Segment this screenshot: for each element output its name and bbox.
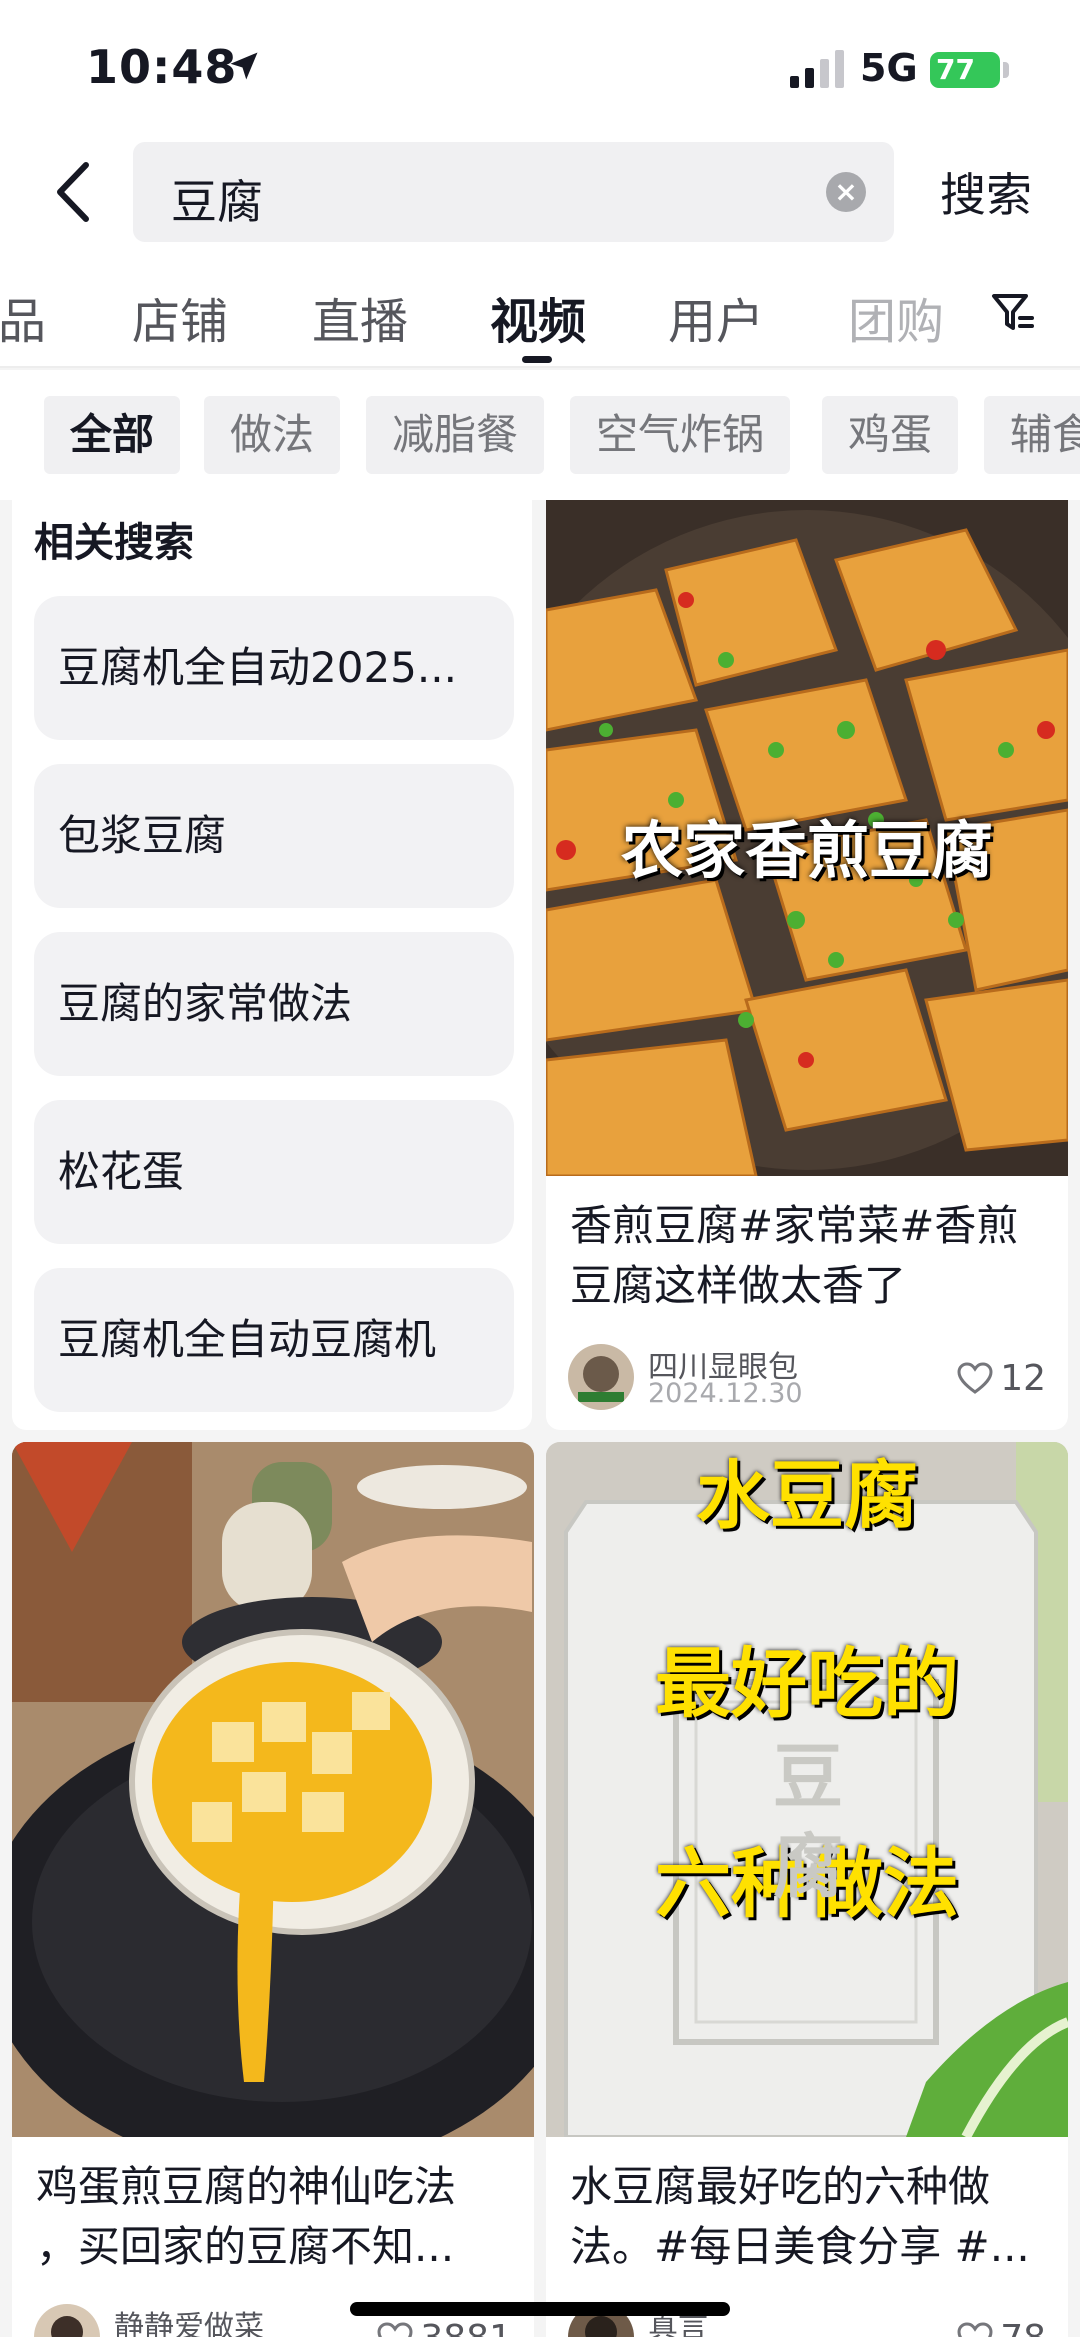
search-input[interactable]: 豆腐 × xyxy=(133,142,894,242)
video-title-line: 法。#每日美食分享 #... xyxy=(570,2222,1030,2271)
thumbnail-caption: 水豆腐 xyxy=(696,1453,918,1539)
avatar[interactable] xyxy=(568,1344,634,1410)
battery-level: 77 xyxy=(936,53,975,86)
tab-stores[interactable]: 店铺 xyxy=(132,282,228,352)
filter-icon[interactable] xyxy=(990,290,1036,336)
related-search-item[interactable]: 豆腐机全自动豆腐机 xyxy=(34,1268,514,1412)
tab-users[interactable]: 用户 xyxy=(668,282,764,352)
chip-all[interactable]: 全部 xyxy=(44,396,181,474)
video-thumbnail[interactable]: 水豆腐 最好吃的 六种做法 豆腐 xyxy=(546,1442,1068,2137)
video-title-line: 鸡蛋煎豆腐的神仙吃法 xyxy=(36,2162,457,2211)
thumbnail-caption: 最好吃的 xyxy=(655,1639,959,1728)
battery-tip xyxy=(1003,62,1009,78)
video-title: 鸡蛋煎豆腐的神仙吃法 ，买回家的豆腐不知... xyxy=(36,2157,510,2277)
chip-egg[interactable]: 鸡蛋 xyxy=(822,396,959,474)
publish-date: 2024.12.30 xyxy=(648,1378,803,1409)
chip-fat-loss[interactable]: 减脂餐 xyxy=(366,396,545,474)
back-arrow-icon[interactable] xyxy=(50,157,96,227)
tofu-box-lettering: 豆腐 xyxy=(773,1736,843,1908)
heart-icon xyxy=(377,2322,413,2337)
result-type-tabs: 品 店铺 直播 视频 用户 团购 xyxy=(0,260,1080,368)
chip-method[interactable]: 做法 xyxy=(204,396,341,474)
video-card[interactable]: 水豆腐 最好吃的 六种做法 豆腐 水豆腐最好吃的六种做 法。#每日美食分享 #.… xyxy=(546,1442,1068,2337)
video-title-line: 香煎豆腐#家常菜#香煎 xyxy=(570,1201,1019,1250)
filter-chips: 全部 做法 减脂餐 空气炸锅 鸡蛋 辅食 xyxy=(0,370,1080,500)
heart-icon xyxy=(957,2322,993,2337)
video-title: 水豆腐最好吃的六种做 法。#每日美食分享 #... xyxy=(570,2157,1044,2277)
clear-icon[interactable]: × xyxy=(826,172,866,212)
like-count[interactable]: 78 xyxy=(956,2316,1046,2337)
heart-icon xyxy=(957,1362,993,1394)
video-title-line: 豆腐这样做太香了 xyxy=(570,1261,907,1310)
egg-tofu-image xyxy=(12,1442,534,2137)
video-thumbnail[interactable]: 农家香煎豆腐 xyxy=(546,500,1068,1176)
avatar[interactable] xyxy=(34,2304,100,2337)
video-card[interactable]: 农家香煎豆腐 香煎豆腐#家常菜#香煎 豆腐这样做太香了 四川显眼包 2024.1… xyxy=(546,500,1068,1430)
like-count[interactable]: 3881 xyxy=(376,2316,512,2337)
cellular-signal-icon xyxy=(790,50,844,88)
like-count-value: 12 xyxy=(1000,1357,1046,1399)
related-search-item[interactable]: 松花蛋 xyxy=(34,1100,514,1244)
related-search-item[interactable]: 豆腐的家常做法 xyxy=(34,932,514,1076)
video-card[interactable]: 鸡蛋煎豆腐的神仙吃法 ，买回家的豆腐不知... 静静爱做菜 3881 xyxy=(12,1442,534,2337)
home-indicator[interactable] xyxy=(350,2302,730,2316)
search-button[interactable]: 搜索 xyxy=(940,159,1032,225)
like-count[interactable]: 12 xyxy=(956,1356,1046,1400)
video-thumbnail[interactable] xyxy=(12,1442,534,2137)
tab-group-buy[interactable]: 团购 xyxy=(848,282,944,352)
tab-videos[interactable]: 视频 xyxy=(490,282,586,352)
status-bar: 10:48 5G 77 xyxy=(0,0,1080,135)
related-searches-card: 相关搜索 豆腐机全自动2025... 包浆豆腐 豆腐的家常做法 松花蛋 豆腐机全… xyxy=(12,500,532,1430)
related-searches-title: 相关搜索 xyxy=(34,520,194,566)
thumbnail-caption: 农家香煎豆腐 xyxy=(620,814,993,887)
video-title-line: 水豆腐最好吃的六种做 xyxy=(570,2162,991,2211)
related-search-item[interactable]: 包浆豆腐 xyxy=(34,764,514,908)
like-count-value: 78 xyxy=(1000,2318,1046,2337)
chip-baby-food[interactable]: 辅食 xyxy=(984,396,1080,474)
search-query[interactable]: 豆腐 xyxy=(171,166,263,232)
tab-live[interactable]: 直播 xyxy=(312,282,408,352)
author-row: 四川显眼包 2024.12.30 12 xyxy=(568,1342,1046,1412)
active-tab-indicator xyxy=(522,356,552,363)
chip-air-fryer[interactable]: 空气炸锅 xyxy=(570,396,791,474)
network-type: 5G xyxy=(860,46,918,90)
location-arrow-icon xyxy=(230,52,258,80)
like-count-value: 3881 xyxy=(420,2318,512,2337)
status-time: 10:48 xyxy=(86,40,238,94)
search-header: 豆腐 × 搜索 xyxy=(0,135,1080,260)
tab-products[interactable]: 品 xyxy=(0,282,46,352)
video-title-line: ，买回家的豆腐不知... xyxy=(36,2222,455,2271)
related-search-item[interactable]: 豆腐机全自动2025... xyxy=(34,596,514,740)
author-name[interactable]: 静静爱做菜 xyxy=(114,2302,264,2337)
battery-icon: 77 xyxy=(930,52,1000,88)
video-title: 香煎豆腐#家常菜#香煎 豆腐这样做太香了 xyxy=(570,1196,1044,1316)
